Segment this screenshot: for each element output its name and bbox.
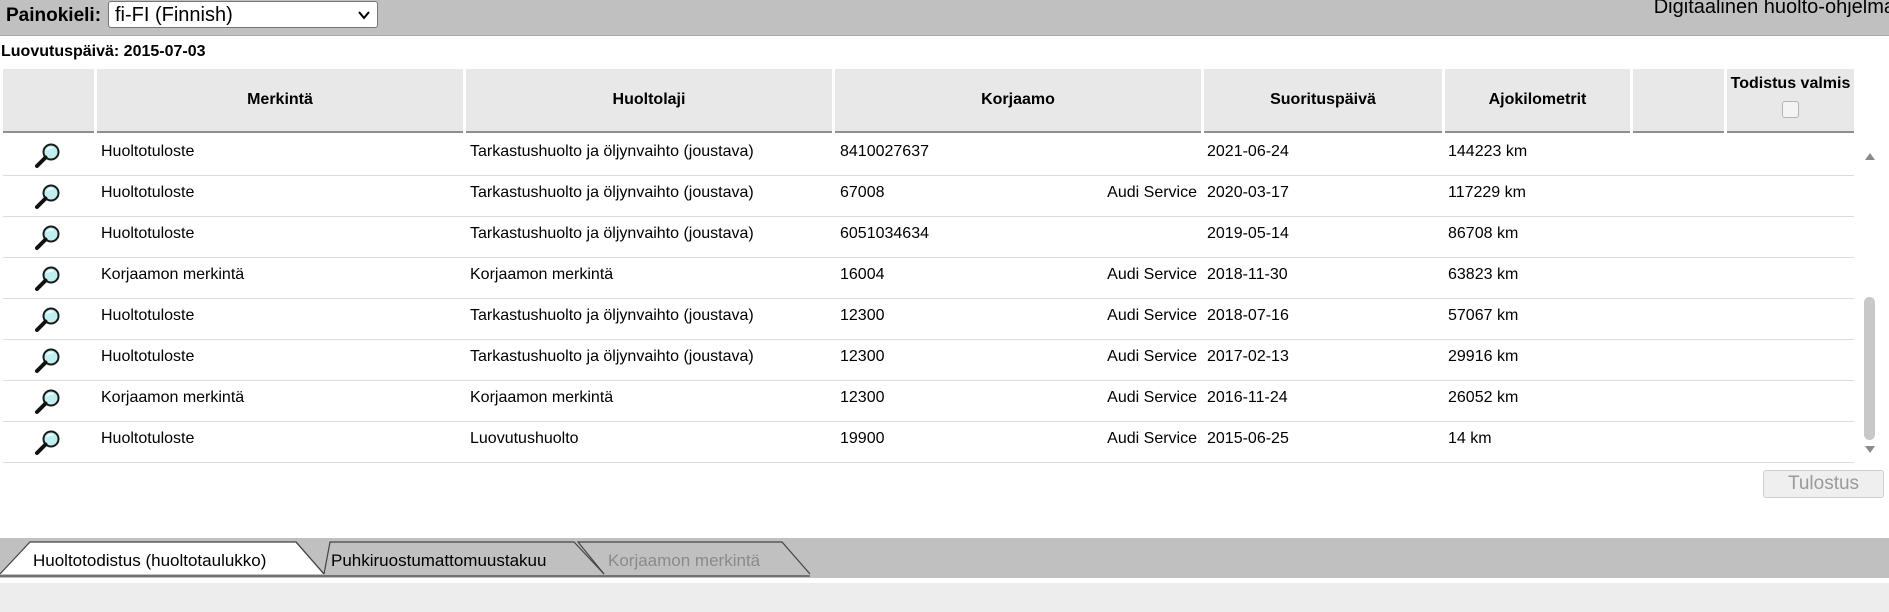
cell-korjaamo-nimi: Audi Service <box>1107 184 1197 201</box>
header-action-column <box>3 69 94 133</box>
cell-ajokilometrit: 26052 km <box>1448 389 1519 406</box>
cell-suorituspaiva: 2018-11-30 <box>1207 266 1288 283</box>
cell-suorituspaiva: 2021-06-24 <box>1207 143 1289 160</box>
cell-huoltolaji: Tarkastushuolto ja öljynvaihto (joustava… <box>470 143 754 160</box>
app-title: Digitaalinen huolto-ohjelma <box>1653 0 1889 18</box>
cell-korjaamo-nro: 19900 <box>840 430 885 447</box>
header-todistus-valmis: Todistus valmis <box>1727 69 1854 133</box>
cell-merkinta: Huoltotuloste <box>101 184 195 201</box>
cell-korjaamo-nimi: Audi Service <box>1107 389 1197 406</box>
cell-suorituspaiva: 2020-03-17 <box>1207 184 1289 201</box>
language-select[interactable]: fi-FI (Finnish) <box>108 1 378 28</box>
cell-korjaamo-nro: 6051034634 <box>840 225 929 242</box>
cell-korjaamo-nimi: Audi Service <box>1107 307 1197 324</box>
header-empty <box>1633 69 1724 133</box>
cell-ajokilometrit: 14 km <box>1448 430 1492 447</box>
header-todistus-valmis-label: Todistus valmis <box>1730 75 1851 92</box>
magnifier-icon[interactable] <box>34 183 62 211</box>
header-merkinta[interactable]: Merkintä <box>97 69 463 133</box>
cell-huoltolaji: Tarkastushuolto ja öljynvaihto (joustava… <box>470 307 754 324</box>
magnifier-icon[interactable] <box>34 347 62 375</box>
tab-content-area <box>0 583 1889 612</box>
cell-huoltolaji: Korjaamon merkintä <box>470 266 614 283</box>
top-toolbar: Painokieli: fi-FI (Finnish) Digitaalinen… <box>0 0 1889 36</box>
table-row[interactable]: Huoltotuloste Tarkastushuolto ja öljynvai… <box>3 299 1854 340</box>
cell-korjaamo-nro: 12300 <box>840 307 885 324</box>
cell-merkinta: Huoltotuloste <box>101 225 195 242</box>
chevron-down-icon <box>358 11 370 20</box>
magnifier-icon[interactable] <box>34 142 62 170</box>
cell-huoltolaji: Korjaamon merkintä <box>470 389 614 406</box>
cell-merkinta: Huoltotuloste <box>101 348 195 365</box>
magnifier-icon[interactable] <box>34 265 62 293</box>
cell-ajokilometrit: 117229 km <box>1448 184 1526 201</box>
magnifier-icon[interactable] <box>34 306 62 334</box>
magnifier-icon[interactable] <box>34 429 62 457</box>
cell-suorituspaiva: 2016-11-24 <box>1207 389 1288 406</box>
tab-korjaamon-merkinta[interactable]: Korjaamon merkintä <box>608 551 760 571</box>
cell-huoltolaji: Tarkastushuolto ja öljynvaihto (joustava… <box>470 348 754 365</box>
header-huoltolaji[interactable]: Huoltolaji <box>466 69 832 133</box>
cell-suorituspaiva: 2018-07-16 <box>1207 307 1289 324</box>
cell-suorituspaiva: 2019-05-14 <box>1207 225 1289 242</box>
cell-korjaamo-nro: 67008 <box>840 184 885 201</box>
cell-ajokilometrit: 86708 km <box>1448 225 1519 242</box>
language-label: Painokieli: <box>6 5 102 26</box>
header-suorituspaiva[interactable]: Suorituspäivä <box>1204 69 1442 133</box>
cell-merkinta: Huoltotuloste <box>101 143 195 160</box>
language-select-value: fi-FI (Finnish) <box>115 4 233 26</box>
cell-suorituspaiva: 2017-02-13 <box>1207 348 1289 365</box>
cell-suorituspaiva: 2015-06-25 <box>1207 430 1289 447</box>
cell-merkinta: Korjaamon merkintä <box>101 266 245 283</box>
table-row[interactable]: Huoltotuloste Tarkastushuolto ja öljynvai… <box>3 176 1854 217</box>
table-row[interactable]: Huoltotuloste Tarkastushuolto ja öljynvai… <box>3 135 1854 176</box>
print-button[interactable]: Tulostus <box>1763 470 1884 498</box>
cell-korjaamo-nimi: Audi Service <box>1107 348 1197 365</box>
cell-korjaamo-nro: 8410027637 <box>840 143 929 160</box>
todistus-valmis-checkbox[interactable] <box>1782 101 1799 118</box>
cell-merkinta: Korjaamon merkintä <box>101 389 245 406</box>
cell-korjaamo-nimi: Audi Service <box>1107 266 1197 283</box>
cell-huoltolaji: Tarkastushuolto ja öljynvaihto (joustava… <box>470 225 754 242</box>
cell-huoltolaji: Tarkastushuolto ja öljynvaihto (joustava… <box>470 184 754 201</box>
cell-merkinta: Huoltotuloste <box>101 307 195 324</box>
cell-ajokilometrit: 144223 km <box>1448 143 1528 160</box>
scrollbar-thumb[interactable] <box>1864 297 1875 440</box>
cell-korjaamo-nro: 12300 <box>840 389 885 406</box>
table-row[interactable]: Huoltotuloste Luovutushuolto 19900 Audi Ser… <box>3 422 1854 463</box>
delivery-date: Luovutuspäivä: 2015-07-03 <box>1 43 206 60</box>
cell-korjaamo-nimi: Audi Service <box>1107 430 1197 447</box>
tab-huoltotodistus[interactable]: Huoltotodistus (huoltotaulukko) <box>33 551 266 571</box>
cell-huoltolaji: Luovutushuolto <box>470 430 579 447</box>
cell-korjaamo-nro: 12300 <box>840 348 885 365</box>
cell-ajokilometrit: 57067 km <box>1448 307 1519 324</box>
header-ajokilometrit[interactable]: Ajokilometrit <box>1445 69 1630 133</box>
cell-korjaamo-nro: 16004 <box>840 266 885 283</box>
table-row[interactable]: Korjaamon merkintä Korjaamon merkintä 1230… <box>3 381 1854 422</box>
tab-puhkiruostumattomuustakuu[interactable]: Puhkiruostumattomuustakuu <box>331 551 546 571</box>
scroll-down-arrow-icon[interactable] <box>1862 444 1878 456</box>
table-row[interactable]: Huoltotuloste Tarkastushuolto ja öljynvai… <box>3 340 1854 381</box>
scroll-up-arrow-icon[interactable] <box>1862 150 1878 162</box>
cell-merkinta: Huoltotuloste <box>101 430 195 447</box>
cell-ajokilometrit: 29916 km <box>1448 348 1519 365</box>
header-korjaamo[interactable]: Korjaamo <box>835 69 1201 133</box>
table-row[interactable]: Korjaamon merkintä Korjaamon merkintä 1600… <box>3 258 1854 299</box>
table-row[interactable]: Huoltotuloste Tarkastushuolto ja öljynvai… <box>3 217 1854 258</box>
cell-ajokilometrit: 63823 km <box>1448 266 1519 283</box>
magnifier-icon[interactable] <box>34 388 62 416</box>
magnifier-icon[interactable] <box>34 224 62 252</box>
